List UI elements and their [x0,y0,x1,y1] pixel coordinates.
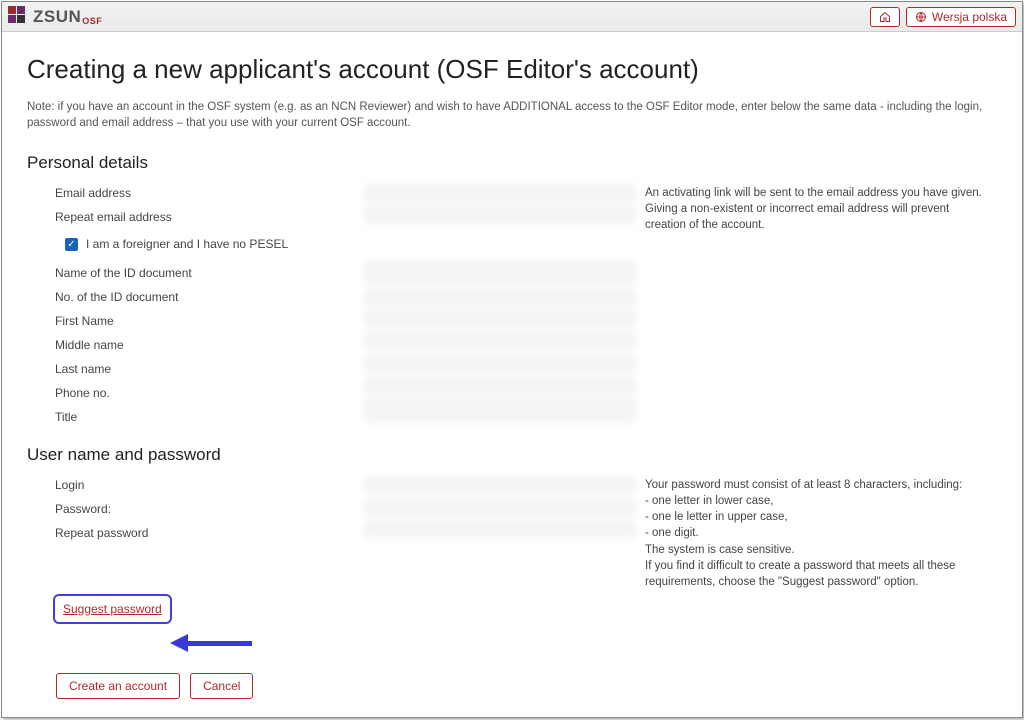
annotation-arrow-icon [170,634,252,652]
home-icon [879,11,891,23]
input-first-name[interactable] [365,311,635,327]
email-help-text: An activating link will be sent to the e… [645,185,997,425]
label-phone: Phone no. [55,385,355,401]
checkbox-checked-icon: ✓ [65,238,78,251]
cancel-button[interactable]: Cancel [190,673,253,699]
foreigner-checkbox-row[interactable]: ✓ I am a foreigner and I have no PESEL [55,233,355,257]
section-personal-details: Personal details [27,153,997,173]
input-last-name[interactable] [365,355,635,371]
logo-icon [8,6,30,28]
pw-help-r2: - one le letter in upper case, [645,509,989,525]
select-id-doc-name[interactable] [365,261,635,283]
input-login[interactable] [365,477,635,493]
label-password-repeat: Repeat password [55,525,355,541]
password-help: Your password must consist of at least 8… [645,477,997,590]
brand-sub-text: OSF [82,16,102,26]
pw-help-note2: If you find it difficult to create a pas… [645,558,989,590]
language-button[interactable]: Wersja polska [906,7,1016,27]
input-email[interactable] [365,185,635,201]
globe-icon [915,11,927,23]
page-title: Creating a new applicant's account (OSF … [27,54,997,85]
label-middle-name: Middle name [55,337,355,353]
input-email-repeat[interactable] [365,207,635,223]
pw-help-intro: Your password must consist of at least 8… [645,477,989,493]
personal-form: Email address Repeat email address ✓ I a… [27,185,997,425]
label-title: Title [55,409,355,425]
label-password: Password: [55,501,355,517]
suggest-password-link[interactable]: Suggest password [63,602,162,616]
form-actions: Create an account Cancel [56,673,253,699]
pw-help-note1: The system is case sensitive. [645,542,989,558]
language-button-label: Wersja polska [932,10,1007,24]
home-button[interactable] [870,7,900,27]
label-last-name: Last name [55,361,355,377]
top-bar: ZSUN OSF Wersja polska [2,2,1022,32]
label-email-repeat: Repeat email address [55,209,355,225]
foreigner-checkbox-label: I am a foreigner and I have no PESEL [86,237,288,251]
label-email: Email address [55,185,355,201]
label-first-name: First Name [55,313,355,329]
section-credentials: User name and password [27,445,997,465]
brand-main-text: ZSUN [33,7,81,27]
input-middle-name[interactable] [365,333,635,349]
brand-logo: ZSUN OSF [8,6,102,28]
suggest-password-highlight: Suggest password [53,594,172,624]
pw-help-r3: - one digit. [645,525,989,541]
input-password[interactable] [365,499,635,515]
credentials-form: Login Password: Repeat password Your pas… [27,477,997,590]
input-id-doc-no[interactable] [365,289,635,305]
input-phone[interactable] [365,377,635,393]
label-id-doc-name: Name of the ID document [55,265,355,281]
input-password-repeat[interactable] [365,521,635,537]
pw-help-r1: - one letter in lower case, [645,493,989,509]
select-title[interactable] [365,399,635,421]
label-id-doc-no: No. of the ID document [55,289,355,305]
label-login: Login [55,477,355,493]
create-account-button[interactable]: Create an account [56,673,180,699]
page-note: Note: if you have an account in the OSF … [27,99,997,131]
